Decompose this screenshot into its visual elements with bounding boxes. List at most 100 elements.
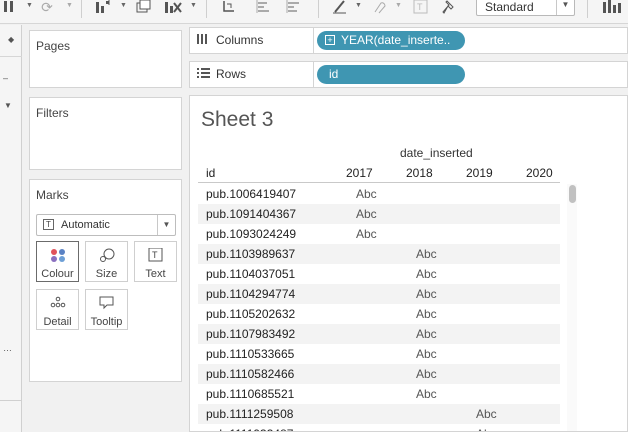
columns-icon: [197, 33, 209, 48]
vertical-scrollbar[interactable]: [567, 184, 577, 431]
toolbar-divider: [587, 0, 588, 18]
data-pane-header: ◆: [0, 25, 22, 57]
chevron-down-icon[interactable]: ▼: [395, 2, 402, 9]
group-members-icon[interactable]: [370, 0, 388, 14]
mark-type-select[interactable]: T Automatic ▼: [36, 214, 176, 236]
chevron-down-icon[interactable]: ▼: [355, 2, 362, 9]
show-me-icon[interactable]: [601, 0, 623, 14]
toolbar-divider: [81, 0, 82, 18]
chevron-down-icon[interactable]: ▼: [4, 101, 12, 110]
row-id-label[interactable]: pub.1093024249: [206, 227, 296, 241]
toolbar: ▼ ⟳ ▼ ▼ ▼ ▼ ▼ T Standard ▼: [0, 0, 628, 24]
pause-updates-icon[interactable]: [2, 0, 16, 14]
text-label: Text: [145, 268, 166, 280]
sort-descending-icon[interactable]: [285, 0, 303, 14]
text-mark[interactable]: Abc: [356, 227, 377, 241]
colour-button[interactable]: Colour: [36, 241, 79, 282]
chevron-down-icon: ▼: [556, 0, 574, 15]
row-id-label[interactable]: pub.1107983492: [206, 327, 295, 341]
text-mark[interactable]: Abc: [416, 287, 437, 301]
detail-label: Detail: [43, 316, 72, 328]
year-header-2018[interactable]: 2018: [406, 166, 433, 180]
scrollbar-thumb[interactable]: [569, 185, 576, 203]
text-mark[interactable]: Abc: [416, 267, 437, 281]
toolbar-divider: [206, 0, 207, 18]
row-id-label[interactable]: pub.1110685521: [206, 387, 294, 401]
svg-text:T: T: [152, 250, 158, 260]
sheet-title: Sheet 3: [201, 108, 274, 131]
rows-icon: [197, 67, 211, 82]
filters-card-title: Filters: [36, 106, 69, 120]
text-mark[interactable]: Abc: [416, 307, 437, 321]
row-id-label[interactable]: pub.1104037051: [206, 267, 295, 281]
id-pill[interactable]: id: [317, 65, 465, 84]
toolbar-divider: [318, 0, 319, 18]
text-mark[interactable]: Abc: [416, 367, 437, 381]
pin-icon[interactable]: [441, 0, 459, 14]
text-mark[interactable]: Abc: [416, 327, 437, 341]
marks-card-title: Marks: [36, 188, 69, 202]
duplicate-sheet-icon[interactable]: [135, 0, 153, 14]
expand-plus-icon[interactable]: +: [325, 35, 335, 45]
chevron-down-icon[interactable]: ▼: [190, 2, 197, 9]
colour-icon: [37, 248, 78, 262]
rows-shelf-header: Rows: [190, 62, 314, 87]
refresh-icon[interactable]: ⟳: [38, 0, 56, 14]
marks-card: Marks T Automatic ▼ Colour Size T Text D…: [29, 179, 182, 382]
clear-sheet-icon[interactable]: [163, 0, 183, 14]
row-id-label[interactable]: pub.1103989637: [206, 247, 295, 261]
text-mark[interactable]: Abc: [476, 427, 497, 431]
year-header-2020[interactable]: 2020: [526, 166, 553, 180]
sort-arrows-icon[interactable]: ◆: [8, 35, 14, 44]
more-icon[interactable]: …: [3, 343, 12, 353]
colour-label: Colour: [41, 268, 74, 280]
columns-pill-label: YEAR(date_inserte..: [341, 33, 451, 47]
row-id-label[interactable]: pub.1111259508: [206, 407, 293, 421]
minus-icon: –: [3, 73, 9, 83]
text-mark[interactable]: Abc: [356, 187, 377, 201]
text-mark[interactable]: Abc: [356, 207, 377, 221]
fit-size-select[interactable]: Standard ▼: [476, 0, 575, 16]
row-id-label[interactable]: pub.1110582466: [206, 367, 294, 381]
text-mark[interactable]: Abc: [416, 347, 437, 361]
detail-button[interactable]: Detail: [36, 289, 79, 330]
text-mark[interactable]: Abc: [476, 407, 497, 421]
new-worksheet-icon[interactable]: [94, 0, 114, 14]
row-id-label[interactable]: pub.1006419407: [206, 187, 296, 201]
tooltip-label: Tooltip: [90, 316, 123, 328]
rows-shelf[interactable]: Rows id: [189, 61, 628, 88]
chevron-down-icon[interactable]: ▼: [66, 2, 73, 9]
fit-size-value: Standard: [485, 0, 534, 14]
columns-shelf[interactable]: Columns + YEAR(date_inserte..: [189, 27, 628, 54]
row-id-label[interactable]: pub.1104294774: [206, 287, 295, 301]
tooltip-button[interactable]: Tooltip: [85, 289, 128, 330]
swap-rows-columns-icon[interactable]: [220, 0, 238, 14]
size-button[interactable]: Size: [85, 241, 128, 282]
chevron-down-icon[interactable]: ▼: [26, 2, 33, 9]
row-id-label[interactable]: pub.1091404367: [206, 207, 296, 221]
row-id-label[interactable]: pub.1111933487: [206, 427, 293, 431]
rows-pill-label: id: [329, 67, 339, 81]
year-date-inserted-pill[interactable]: + YEAR(date_inserte..: [317, 31, 465, 50]
columns-shelf-header: Columns: [190, 28, 314, 53]
text-button[interactable]: T Text: [134, 241, 177, 282]
text-mark[interactable]: Abc: [416, 247, 437, 261]
rows-shelf-label: Rows: [216, 67, 247, 81]
row-field-header[interactable]: id: [206, 166, 215, 180]
pages-card[interactable]: Pages: [29, 30, 182, 88]
row-id-label[interactable]: pub.1110533665: [206, 347, 294, 361]
text-mark[interactable]: Abc: [416, 387, 437, 401]
year-header-2017[interactable]: 2017: [346, 166, 373, 180]
row-id-label[interactable]: pub.1105202632: [206, 307, 295, 321]
sort-ascending-icon[interactable]: [255, 0, 273, 14]
chevron-down-icon[interactable]: ▼: [120, 2, 127, 9]
year-header-2019[interactable]: 2019: [466, 166, 493, 180]
tooltip-icon: [86, 296, 127, 310]
highlight-icon[interactable]: [331, 0, 349, 14]
filters-card[interactable]: Filters: [29, 97, 182, 170]
show-mark-labels-icon[interactable]: T: [412, 0, 430, 14]
worksheet-view[interactable]: Sheet 3 date_inserted id 2017 2018 2019 …: [189, 95, 628, 432]
column-field-header[interactable]: date_inserted: [400, 146, 473, 160]
size-label: Size: [95, 268, 118, 280]
data-pane-edge: [0, 25, 22, 432]
